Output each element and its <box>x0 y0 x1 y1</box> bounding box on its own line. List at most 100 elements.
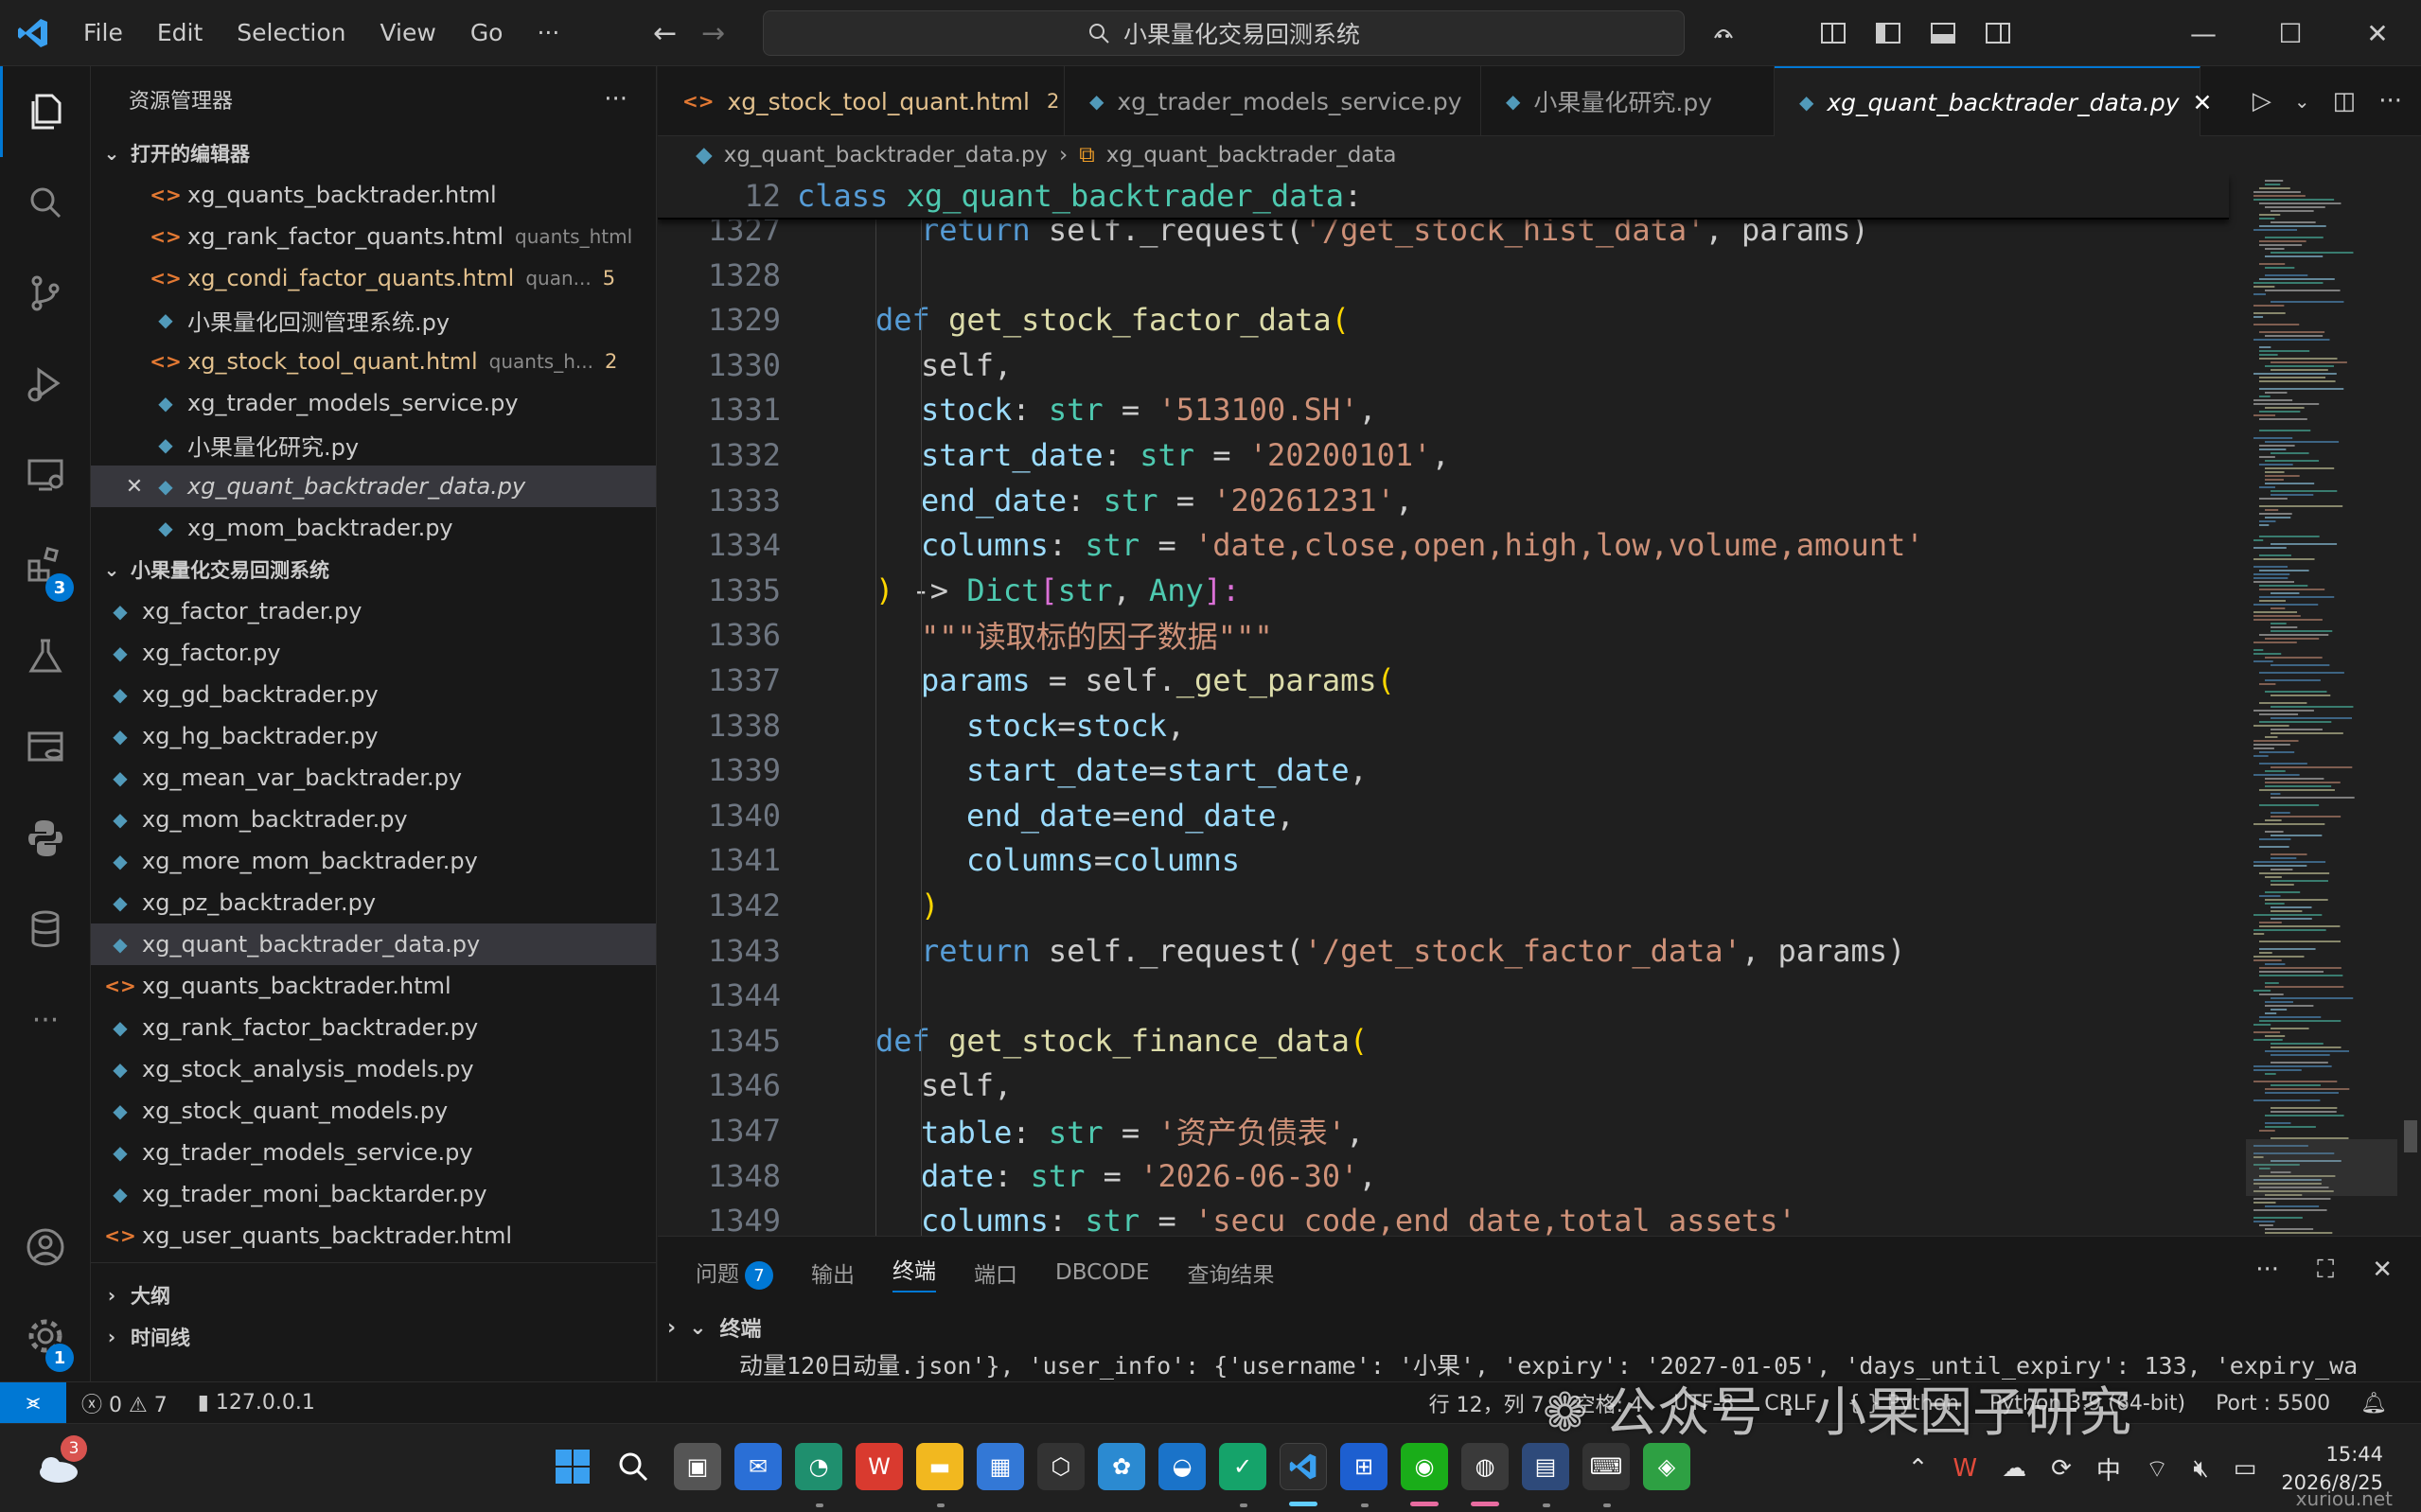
editor-tab[interactable]: ◆ xg_quant_backtrader_data.py ✕ <box>1775 66 2212 136</box>
terminal-output[interactable]: 动量120日动量.json'}, 'user_info': {'username… <box>658 1346 2421 1382</box>
task-view-icon[interactable]: ▣ <box>674 1443 721 1490</box>
panel-tab[interactable]: 端口 <box>974 1257 1017 1289</box>
panel-tab[interactable]: 输出 <box>811 1257 855 1289</box>
code-line[interactable]: 1347 table: str = '资产负债表', <box>658 1108 2229 1153</box>
file-tree-item[interactable]: ◆ xg_factor_trader.py <box>91 590 656 632</box>
file-tree-item[interactable]: ◆ xg_gd_backtrader.py <box>91 674 656 715</box>
minimap[interactable] <box>2246 174 2397 1236</box>
cloud-sync-icon[interactable]: ☁ <box>2002 1454 2026 1483</box>
code-line[interactable]: 1342) <box>658 883 2229 928</box>
run-dropdown-icon[interactable]: ⌄ <box>2294 90 2310 113</box>
wifi-icon[interactable]: ⌔ <box>2146 1453 2168 1485</box>
file-tree-item[interactable]: ◆ xg_mean_var_backtrader.py <box>91 757 656 799</box>
minimize-button[interactable]: — <box>2160 0 2247 66</box>
terminal-app-icon[interactable]: ⌨ <box>1582 1443 1630 1490</box>
code-line[interactable]: 1334 columns: str = 'date,close,open,high… <box>658 522 2229 568</box>
explorer-more-icon[interactable]: ··· <box>604 85 627 114</box>
menu-item-1[interactable]: Edit <box>140 0 220 66</box>
screenshot-tool-icon[interactable]: ◍ <box>1461 1443 1509 1490</box>
open-editor-item[interactable]: ◆ xg_mom_backtrader.py <box>91 507 656 549</box>
file-tree-item[interactable]: ◆ xg_quant_backtrader_data.py <box>91 923 656 965</box>
extensions-icon[interactable]: 3 <box>0 520 91 611</box>
menu-item-5[interactable]: ··· <box>520 0 576 66</box>
run-debug-icon[interactable] <box>0 339 91 430</box>
open-editor-item[interactable]: <> xg_stock_tool_quant.html quants_h... 2 <box>91 341 656 382</box>
tray-expand-icon[interactable]: ⌃ <box>1908 1454 1929 1483</box>
cursor-position[interactable]: 行 12，列 7 <box>1414 1388 1560 1418</box>
remote-indicator-icon[interactable]: ⪤ <box>0 1381 66 1424</box>
vscode-taskbar-icon[interactable] <box>1280 1443 1327 1490</box>
settings-gear-icon[interactable]: 1 <box>0 1291 91 1381</box>
edge-dev-icon[interactable]: ◒ <box>1158 1443 1206 1490</box>
timeline-section[interactable]: › 时间线 <box>91 1316 656 1358</box>
toggle-sidebar-icon[interactable] <box>1874 19 1902 47</box>
editor-tab[interactable]: <> xg_stock_tool_quant.html 2 <box>658 66 1065 136</box>
file-tree-item[interactable]: ◆ xg_more_mom_backtrader.py <box>91 840 656 882</box>
open-editor-item[interactable]: ✕ ◆ xg_quant_backtrader_data.py <box>91 466 656 507</box>
file-tree-item[interactable]: ◆ xg_mom_backtrader.py <box>91 799 656 840</box>
project-section[interactable]: ⌄ 小果量化交易回测系统 <box>91 549 656 590</box>
qq-browser-icon[interactable]: ✿ <box>1098 1443 1145 1490</box>
pdf-reader-icon[interactable]: ✓ <box>1219 1443 1266 1490</box>
command-center-search[interactable]: 小果量化交易回测系统 <box>763 10 1685 56</box>
file-tree-item[interactable]: ◆ xg_hg_backtrader.py <box>91 715 656 757</box>
breadcrumb-symbol[interactable]: xg_quant_backtrader_data <box>1106 143 1397 167</box>
open-editor-item[interactable]: ◆ 小果量化研究.py <box>91 424 656 466</box>
open-editor-item[interactable]: <> xg_condi_factor_quants.html quan... 5 <box>91 257 656 299</box>
database-icon[interactable] <box>0 884 91 975</box>
split-editor-icon[interactable]: ◫ <box>2333 87 2357 115</box>
volume-icon[interactable]: 🔇︎ <box>2193 1454 2208 1484</box>
code-line[interactable]: 1336 """读取标的因子数据""" <box>658 612 2229 658</box>
copilot-icon[interactable] <box>1709 19 1738 47</box>
testing-icon[interactable] <box>0 611 91 702</box>
open-editor-item[interactable]: ◆ 小果量化回测管理系统.py <box>91 299 656 341</box>
panel-tab[interactable]: 问题 7 <box>696 1256 773 1291</box>
live-server-status[interactable]: ▮ 127.0.0.1 <box>183 1391 330 1415</box>
wps-tray-icon[interactable]: W <box>1953 1454 1977 1483</box>
code-line[interactable]: 1338 stock=stock, <box>658 703 2229 748</box>
outlook-icon[interactable]: ✉ <box>734 1443 782 1490</box>
breadcrumb-file[interactable]: xg_quant_backtrader_data.py <box>724 143 1048 167</box>
file-tree-item[interactable]: ◆ xg_factor.py <box>91 632 656 674</box>
open-editor-item[interactable]: ◆ xg_trader_models_service.py <box>91 382 656 424</box>
open-editor-item[interactable]: <> xg_quants_backtrader.html <box>91 174 656 216</box>
menu-item-0[interactable]: File <box>66 0 140 66</box>
stock-app-icon[interactable]: ⊞ <box>1340 1443 1387 1490</box>
panel-tab[interactable]: DBCODE <box>1055 1260 1150 1285</box>
code-line[interactable]: 1329 def get_stock_factor_data( <box>658 297 2229 343</box>
file-tree-item[interactable]: <> xg_quants_backtrader.html <box>91 965 656 1007</box>
open-editor-item[interactable]: <> xg_rank_factor_quants.html quants_html <box>91 216 656 257</box>
panel-tab[interactable]: 查询结果 <box>1188 1257 1275 1289</box>
taskbar-search-icon[interactable] <box>610 1443 657 1490</box>
code-line[interactable]: 1333 end_date: str = '20261231', <box>658 478 2229 523</box>
file-tree-item[interactable]: ◆ xg_trader_moni_backtarder.py <box>91 1173 656 1215</box>
code-line[interactable]: 1346 self, <box>658 1063 2229 1108</box>
toggle-secondary-sidebar-icon[interactable] <box>1984 19 2012 47</box>
chat-app-icon[interactable]: ◈ <box>1643 1443 1690 1490</box>
battery-icon[interactable]: ▭ <box>2234 1454 2257 1483</box>
database-explorer-icon[interactable] <box>0 702 91 793</box>
cube-app-icon[interactable]: ⬡ <box>1037 1443 1085 1490</box>
menu-item-2[interactable]: Selection <box>220 0 362 66</box>
file-explorer-icon[interactable]: ▬ <box>916 1443 963 1490</box>
close-window-button[interactable]: ✕ <box>2334 0 2421 66</box>
maximize-panel-icon[interactable]: ⛶ <box>2317 1256 2334 1285</box>
wps-office-icon[interactable]: W <box>856 1443 903 1490</box>
weather-widget-icon[interactable]: 3 <box>34 1435 87 1490</box>
chevron-right-icon[interactable]: › <box>667 1316 676 1340</box>
file-tree-item[interactable]: ◆ xg_stock_quant_models.py <box>91 1090 656 1132</box>
menu-item-3[interactable]: View <box>362 0 452 66</box>
minimap-viewport[interactable] <box>2246 1139 2397 1196</box>
live-server-port[interactable]: Port : 5500 <box>2200 1392 2345 1415</box>
code-line[interactable]: 1344 <box>658 973 2229 1018</box>
panel-more-icon[interactable]: ··· <box>2255 1256 2279 1285</box>
remote-explorer-icon[interactable] <box>0 430 91 520</box>
close-panel-icon[interactable]: ✕ <box>2372 1256 2393 1285</box>
file-tree-item[interactable]: ◆ xg_rank_factor_backtrader.py <box>91 1007 656 1048</box>
open-editors-section[interactable]: ⌄ 打开的编辑器 <box>91 132 656 174</box>
forward-arrow-icon[interactable]: → <box>701 17 725 50</box>
editor-tab[interactable]: ◆ 小果量化研究.py <box>1481 66 1775 136</box>
code-line[interactable]: 1328 <box>658 253 2229 298</box>
code-line[interactable]: 1340 end_date=end_date, <box>658 793 2229 838</box>
code-line[interactable]: 1341 columns=columns <box>658 837 2229 883</box>
